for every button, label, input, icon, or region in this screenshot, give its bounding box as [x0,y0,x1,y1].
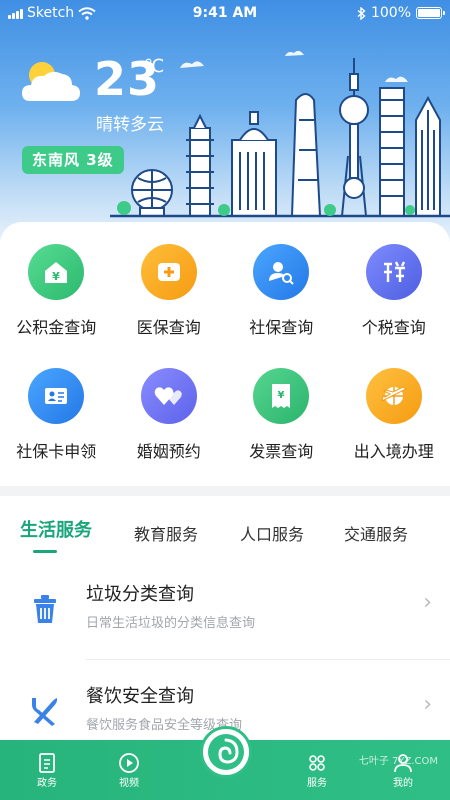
battery-percent: 100% [370,5,411,21]
service-marriage[interactable]: 婚姻预约 [113,368,226,462]
service-label: 婚姻预约 [136,442,201,461]
service-invoice[interactable]: ¥ 发票查询 [225,368,338,462]
service-label: 医保查询 [136,318,201,337]
person-search-icon [253,244,310,300]
tab-education-services[interactable]: 教育服务 [134,521,198,545]
service-housing-fund[interactable]: ¥ 公积金查询 [0,244,113,338]
fork-knife-icon [32,698,58,726]
tab-traffic-services[interactable]: 交通服务 [344,521,408,545]
tax-icon [365,244,422,300]
svg-text:¥: ¥ [278,390,285,401]
chevron-right-icon: › [423,590,432,615]
watermark: 七叶子 7YZ.COM [358,756,438,767]
city-skyline-illustration [110,50,450,218]
services-panel: ¥ 公积金查询 医保查询 社保查询 个税查询 社保卡申领 婚姻预约 ¥ 发票查询… [0,222,450,486]
nav-label: 我的 [393,778,413,789]
services-grid: ¥ 公积金查询 医保查询 社保查询 个税查询 社保卡申领 婚姻预约 ¥ 发票查询… [0,244,450,462]
svg-text:¥: ¥ [52,270,60,283]
weather-header: Sketch 9:41 AM 100% 23 ℃ 晴转多云 东南风 3级 [0,0,450,240]
document-icon [39,753,55,773]
list-item-title: 餐饮安全查询 [86,686,194,707]
trash-icon [34,595,56,623]
service-income-tax[interactable]: 个税查询 [338,244,450,338]
service-label: 出入境办理 [353,442,434,461]
tab-active-indicator [33,550,57,553]
plane-globe-icon [365,368,422,424]
medical-cross-icon [140,244,197,300]
category-tabs: 生活服务 教育服务 人口服务 交通服务 [0,516,450,553]
service-label: 社保卡申领 [16,442,97,461]
swirl-logo-icon [208,734,244,770]
house-yuan-icon: ¥ [28,244,85,300]
bottom-navigation: 政务 视频 服务 我的 七叶子 7YZ.COM [0,726,450,800]
receipt-icon: ¥ [253,368,310,424]
service-label: 发票查询 [249,442,314,461]
partly-cloudy-icon [22,62,80,101]
wind-badge: 东南风 3级 [22,146,124,174]
chevron-right-icon: › [423,692,432,717]
service-label: 个税查询 [361,318,426,337]
play-icon [119,753,139,773]
hearts-icon [140,368,197,424]
grid-icon [309,755,325,771]
tab-life-services[interactable]: 生活服务 [20,516,92,542]
status-bar: Sketch 9:41 AM 100% [0,0,450,28]
service-medical-insurance[interactable]: 医保查询 [113,244,226,338]
id-card-icon [28,368,85,424]
service-label: 公积金查询 [16,318,97,337]
nav-services[interactable]: 服务 [292,752,342,789]
nav-label: 视频 [119,778,139,789]
nav-government[interactable]: 政务 [22,752,72,789]
list-item-title: 垃圾分类查询 [86,584,194,605]
battery-icon [416,7,445,19]
bluetooth-icon [357,6,366,20]
service-social-security[interactable]: 社保查询 [225,244,338,338]
service-ss-card[interactable]: 社保卡申领 [0,368,113,462]
list-item-garbage-sorting[interactable]: 垃圾分类查询 日常生活垃圾的分类信息查询 › [0,558,450,658]
nav-video[interactable]: 视频 [104,752,154,789]
nav-label: 政务 [37,778,57,789]
service-immigration[interactable]: 出入境办理 [338,368,450,462]
list-item-subtitle: 日常生活垃圾的分类信息查询 [86,616,256,631]
tab-population-services[interactable]: 人口服务 [240,521,304,545]
nav-label: 服务 [307,778,327,789]
nav-home-logo[interactable] [200,726,252,778]
service-label: 社保查询 [249,318,314,337]
